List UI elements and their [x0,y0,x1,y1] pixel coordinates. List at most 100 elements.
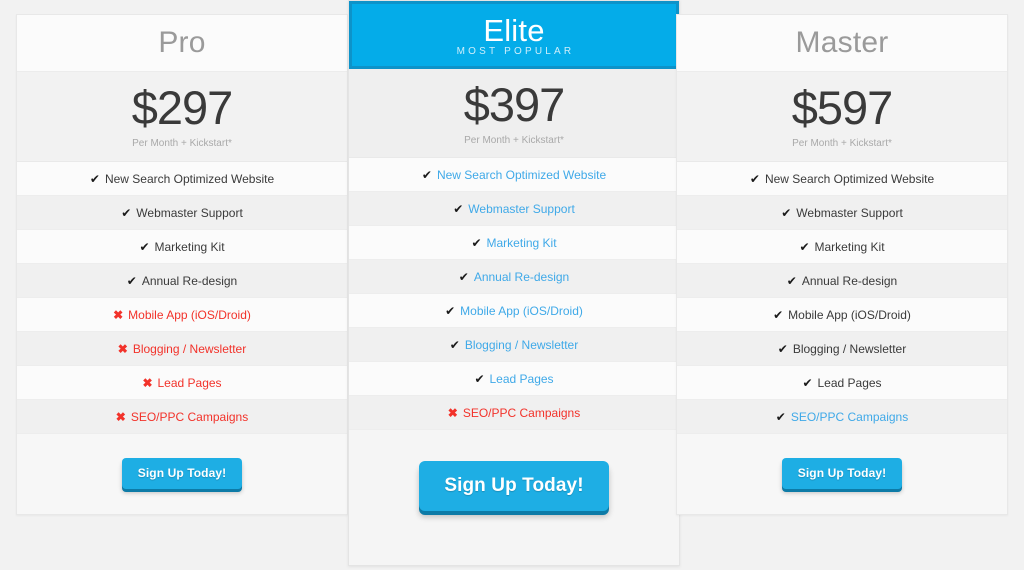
check-icon: ✔ [775,409,786,424]
check-icon: ✔ [799,239,810,254]
plan-price-master: $597 [791,81,894,134]
feature-label: Mobile App (iOS/Droid) [788,307,911,322]
feature-row: ✔ Marketing Kit [677,230,1007,264]
feature-label: Lead Pages [489,371,554,386]
feature-label: New Search Optimized Website [436,167,607,182]
check-icon: ✔ [474,371,485,386]
plan-card-master: Master $597 Per Month + Kickstart* ✔ New … [676,14,1008,515]
check-icon: ✔ [802,375,813,390]
feature-list-pro: ✔ New Search Optimized Website ✔ Webmaster … [17,162,347,434]
check-icon: ✔ [749,171,760,186]
check-icon: ✔ [421,167,432,182]
feature-row: ✔ Blogging / Newsletter [349,328,679,362]
feature-row: ✖ Mobile App (iOS/Droid) [17,298,347,332]
plan-price-pro: $297 [131,81,234,134]
feature-label: Webmaster Support [136,205,243,220]
feature-label: Annual Re-design [473,269,570,284]
plan-title-master: Master [795,26,889,59]
cross-icon: ✖ [115,409,126,424]
feature-label: Marketing Kit [154,239,225,254]
feature-row: ✔ Annual Re-design [677,264,1007,298]
feature-row: ✔ Blogging / Newsletter [677,332,1007,366]
plan-header-pro: Pro [17,15,347,72]
signup-button-elite[interactable]: Sign Up Today! [419,461,609,511]
feature-label: SEO/PPC Campaigns [462,405,581,420]
feature-label: Marketing Kit [486,235,557,250]
feature-label: Webmaster Support [468,201,575,216]
cross-icon: ✖ [113,307,124,322]
check-icon: ✔ [786,273,797,288]
plan-card-elite: Elite MOST POPULAR $397 Per Month + Kick… [348,0,680,566]
plan-title-elite: Elite [483,13,545,48]
check-icon: ✔ [781,205,792,220]
feature-row: ✔ New Search Optimized Website [349,158,679,192]
pricing-table: Pro $297 Per Month + Kickstart* ✔ New Sea… [0,0,1024,570]
feature-row: ✔ Mobile App (iOS/Droid) [677,298,1007,332]
feature-row: ✔ New Search Optimized Website [17,162,347,196]
plan-header-master: Master [677,15,1007,72]
check-icon: ✔ [471,235,482,250]
feature-label: Blogging / Newsletter [792,341,907,356]
cross-icon: ✖ [117,341,128,356]
feature-row: ✔ SEO/PPC Campaigns [677,400,1007,434]
check-icon: ✔ [449,337,460,352]
feature-row: ✖ Lead Pages [17,366,347,400]
check-icon: ✔ [126,273,137,288]
feature-row: ✖ SEO/PPC Campaigns [349,396,679,430]
feature-row: ✔ Marketing Kit [17,230,347,264]
feature-label: SEO/PPC Campaigns [130,409,249,424]
plan-price-note-elite: Per Month + Kickstart* [464,134,564,146]
cross-icon: ✖ [142,375,153,390]
feature-row: ✔ Webmaster Support [677,196,1007,230]
check-icon: ✔ [89,171,100,186]
feature-label: Lead Pages [817,375,882,390]
feature-label: New Search Optimized Website [764,171,935,186]
plan-title-pro: Pro [158,26,206,59]
check-icon: ✔ [773,307,784,322]
feature-label: New Search Optimized Website [104,171,275,186]
feature-label: Annual Re-design [141,273,238,288]
signup-button-master[interactable]: Sign Up Today! [781,458,903,489]
feature-row: ✔ Webmaster Support [349,192,679,226]
feature-list-master: ✔ New Search Optimized Website ✔ Webmaster … [677,162,1007,434]
feature-row: ✖ Blogging / Newsletter [17,332,347,366]
cta-area-master: Sign Up Today! [677,434,1007,524]
feature-label: Blogging / Newsletter [464,337,579,352]
feature-row: ✖ SEO/PPC Campaigns [17,400,347,434]
check-icon: ✔ [777,341,788,356]
plan-price-note-master: Per Month + Kickstart* [792,138,892,149]
plan-price-block-pro: $297 Per Month + Kickstart* [17,72,347,162]
check-icon: ✔ [458,269,469,284]
feature-label: Mobile App (iOS/Droid) [460,303,583,318]
feature-label: Marketing Kit [814,239,885,254]
feature-row: ✔ Lead Pages [677,366,1007,400]
plan-price-block-elite: $397 Per Month + Kickstart* [349,69,679,158]
feature-row: ✔ Mobile App (iOS/Droid) [349,294,679,328]
cta-area-pro: Sign Up Today! [17,434,347,524]
feature-list-elite: ✔ New Search Optimized Website ✔ Webmaster … [349,158,679,430]
feature-label: SEO/PPC Campaigns [790,409,909,424]
feature-label: Lead Pages [157,375,222,390]
feature-label: Mobile App (iOS/Droid) [128,307,251,322]
cross-icon: ✖ [447,405,458,420]
plan-price-elite: $397 [463,77,566,131]
check-icon: ✔ [453,201,464,216]
cta-area-elite: Sign Up Today! [349,430,679,550]
plan-price-note-pro: Per Month + Kickstart* [132,138,232,149]
feature-label: Blogging / Newsletter [132,341,247,356]
feature-label: Annual Re-design [801,273,898,288]
plan-card-pro: Pro $297 Per Month + Kickstart* ✔ New Sea… [16,14,348,515]
check-icon: ✔ [445,303,456,318]
signup-button-pro[interactable]: Sign Up Today! [121,458,243,489]
feature-row: ✔ New Search Optimized Website [677,162,1007,196]
plan-price-block-master: $597 Per Month + Kickstart* [677,72,1007,162]
plan-header-elite: Elite MOST POPULAR [349,1,679,69]
feature-row: ✔ Lead Pages [349,362,679,396]
check-icon: ✔ [121,205,132,220]
feature-row: ✔ Marketing Kit [349,226,679,260]
feature-row: ✔ Annual Re-design [349,260,679,294]
plan-badge-elite: MOST POPULAR [456,46,575,57]
feature-row: ✔ Webmaster Support [17,196,347,230]
feature-label: Webmaster Support [796,205,903,220]
feature-row: ✔ Annual Re-design [17,264,347,298]
